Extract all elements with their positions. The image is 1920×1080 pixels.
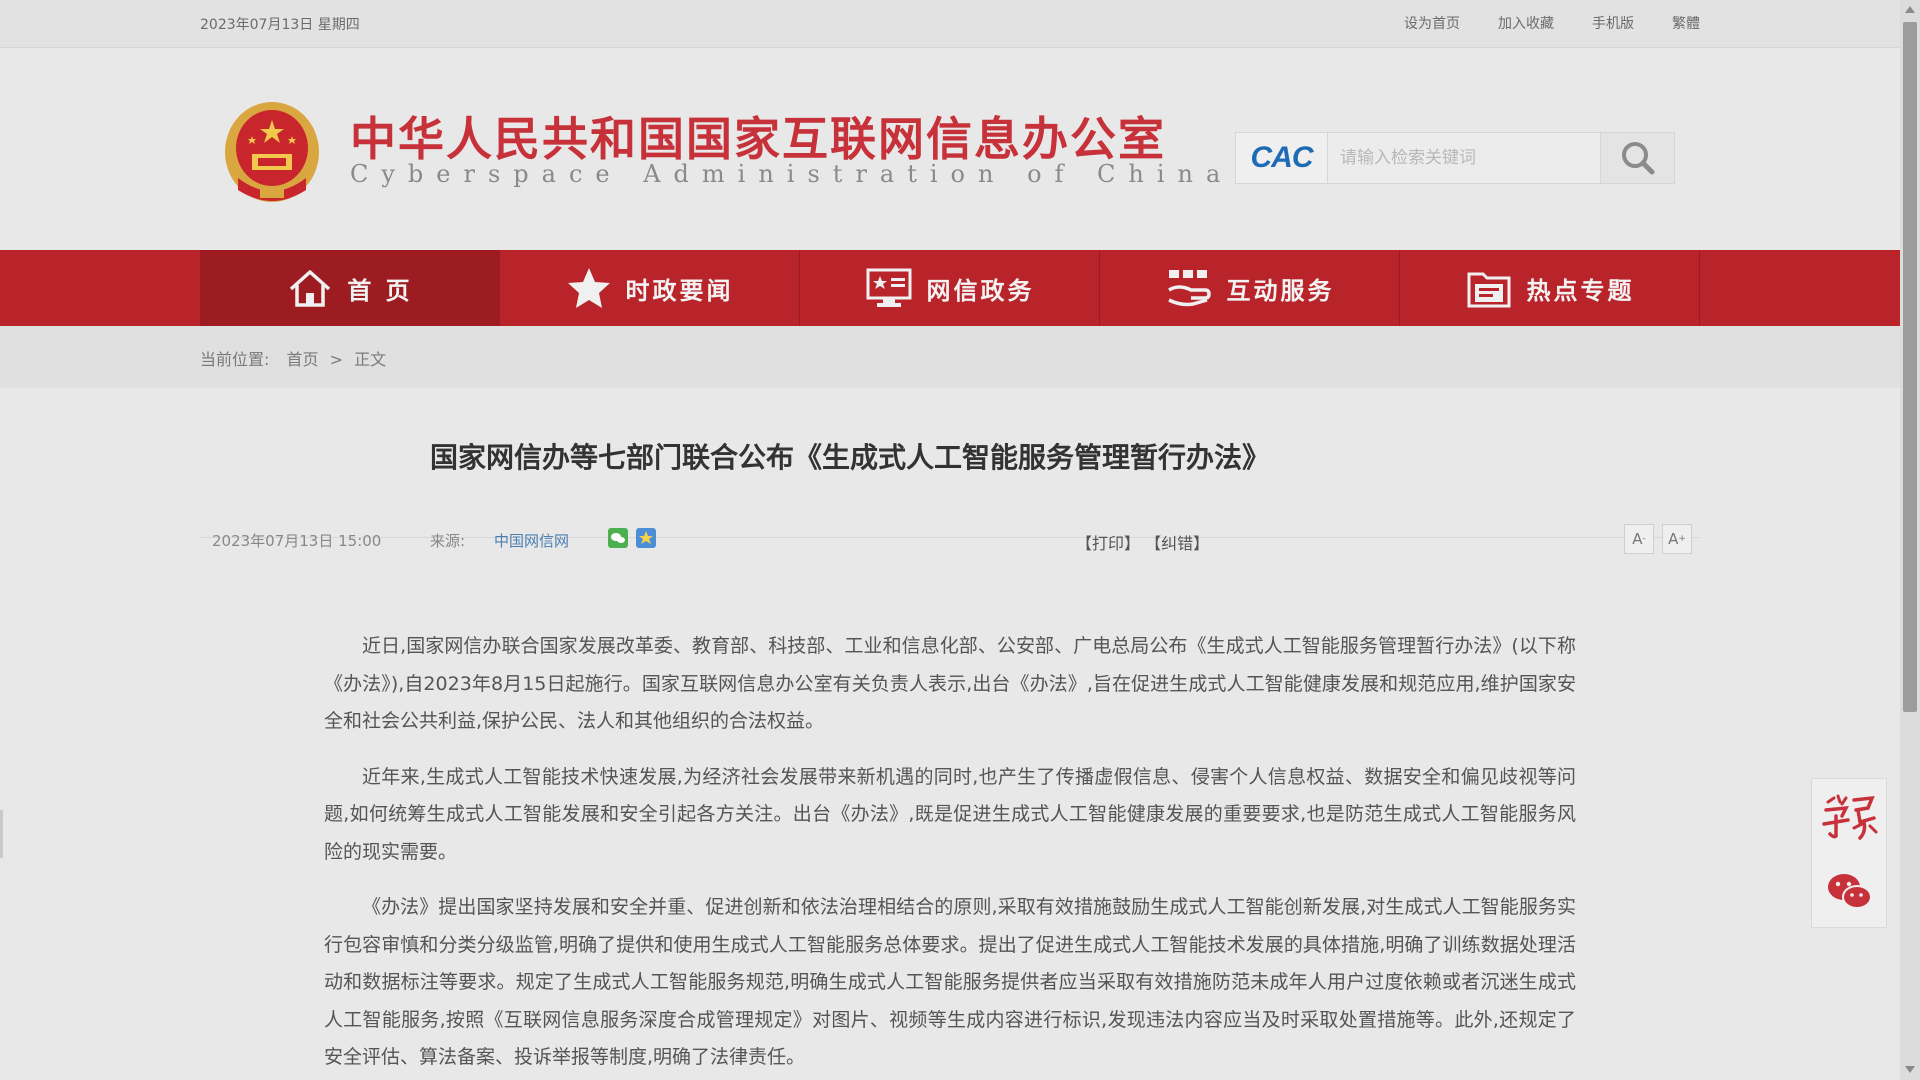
top-utility-bar: 2023年07月13日 星期四 设为首页 加入收藏 手机版 繁體 [0,0,1900,48]
article-paragraph: 《办法》提出国家坚持发展和安全并重、促进创新和依法治理相结合的原则,采取有效措施… [324,896,1576,1068]
correction-link[interactable]: 【纠错】 [1145,534,1209,553]
article-paragraph: 近日,国家网信办联合国家发展改革委、教育部、科技部、工业和信息化部、公安部、广电… [324,635,1576,732]
national-emblem-icon[interactable] [222,100,322,208]
nav-item-service[interactable]: 互动服务 [1100,250,1400,326]
set-homepage-link[interactable]: 设为首页 [1404,13,1460,33]
font-increase-label: A [1668,530,1679,548]
home-icon [290,270,331,307]
source-label: 来源: [430,532,466,550]
article-body: 近日,国家网信办联合国家发展改革委、教育部、科技部、工业和信息化部、公安部、广电… [324,628,1576,1080]
site-title-en: Cyberspace Administration of China [350,160,1234,188]
article-tools: 【打印】 【纠错】 [1076,530,1209,554]
vertical-scrollbar[interactable] [1900,0,1920,1080]
article-paragraph: 近年来,生成式人工智能技术快速发展,为经济社会发展带来新机遇的同时,也产生了传播… [324,765,1576,863]
breadcrumb-bar: 当前位置: 首页 > 正文 [0,326,1900,388]
cac-logo-icon: CAC [1236,133,1328,183]
mobile-version-link[interactable]: 手机版 [1592,13,1634,33]
nav-label-service: 互动服务 [1226,276,1335,305]
font-increase-button[interactable]: A + [1662,524,1692,554]
breadcrumb-home-link[interactable]: 首页 [287,350,319,369]
font-decrease-button[interactable]: A- [1624,524,1654,554]
wechat-share-icon[interactable] [608,528,628,548]
site-header: 中华人民共和国国家互联网信息办公室 Cyberspace Administrat… [0,48,1900,250]
nav-label-affairs: 网信政务 [926,276,1035,305]
star-icon [567,268,610,308]
nav-item-news[interactable]: 时政要闻 [500,250,800,326]
scroll-down-arrow-icon[interactable] [1905,1066,1915,1073]
floating-share-panel [1811,778,1887,928]
scrollbar-thumb[interactable] [1903,22,1917,712]
publish-time: 2023年07月13日 15:00 [212,532,382,550]
top-links: 设为首页 加入收藏 手机版 繁體 [1404,13,1700,33]
nav-label-news: 时政要闻 [625,276,734,305]
qzone-share-icon[interactable] [636,528,656,548]
nav-item-topics[interactable]: 热点专题 [1400,250,1700,326]
font-decrease-label: A [1632,530,1643,548]
page: 2023年07月13日 星期四 设为首页 加入收藏 手机版 繁體 中华人民共和国… [0,0,1920,1080]
print-link[interactable]: 【打印】 [1076,534,1140,553]
left-edge-marker [0,810,3,858]
breadcrumb-separator: > [329,350,344,369]
monitor-icon [866,268,911,307]
breadcrumb-current: 正文 [354,350,387,369]
article-meta: 2023年07月13日 15:00 来源: 中国网信网 【打印】 【纠错】 A- [200,484,1700,554]
nav-label-topics: 热点专题 [1526,276,1635,305]
search-box: CAC [1235,132,1675,184]
main-nav: 首 页 时政要闻 网信政务 互动服务 热点专题 [0,250,1900,326]
search-icon [1621,142,1654,175]
add-favorite-link[interactable]: 加入收藏 [1498,13,1554,33]
breadcrumb: 当前位置: 首页 > 正文 [200,346,386,370]
nav-label-home: 首 页 [347,276,413,305]
search-input[interactable] [1328,133,1600,183]
wechat-icon[interactable] [1812,855,1888,929]
source-link[interactable]: 中国网信网 [494,530,569,551]
scroll-up-arrow-icon[interactable] [1905,6,1915,13]
xuexi-icon[interactable] [1812,779,1888,855]
article: 国家网信办等七部门联合公布《生成式人工智能服务管理暂行办法》 2023年07月1… [0,388,1900,1080]
folder-icon [1467,272,1510,308]
nav-item-affairs[interactable]: 网信政务 [800,250,1100,326]
handshake-icon [1167,270,1211,307]
current-date: 2023年07月13日 星期四 [200,17,360,33]
article-title: 国家网信办等七部门联合公布《生成式人工智能服务管理暂行办法》 [429,441,1270,474]
cac-logo-text: CAC [1250,141,1314,174]
breadcrumb-label: 当前位置: [200,350,270,369]
nav-item-home[interactable]: 首 页 [200,250,500,326]
traditional-chinese-link[interactable]: 繁體 [1672,13,1700,33]
search-button[interactable] [1600,133,1674,183]
